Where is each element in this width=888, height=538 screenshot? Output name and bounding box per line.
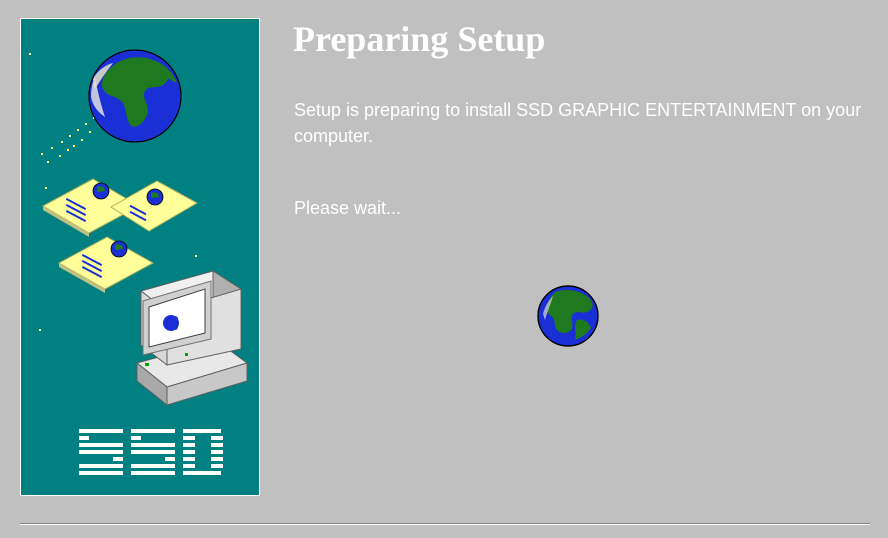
- spinning-globe-icon: [535, 284, 601, 348]
- document-icon: [110, 180, 199, 232]
- wait-message: Please wait...: [294, 198, 402, 218]
- side-panel-artwork: [29, 49, 249, 475]
- computer-icon: [135, 270, 249, 407]
- ssd-logo: [79, 429, 223, 475]
- globe-icon: [88, 49, 182, 143]
- side-panel: [20, 18, 260, 496]
- dialog-title: Preparing Setup: [293, 19, 546, 59]
- document-icon: [57, 236, 155, 293]
- bottom-separator: [20, 523, 870, 525]
- setup-description: Setup is preparing to install SSD GRAPHI…: [294, 100, 862, 146]
- setup-window: Preparing Setup Setup is preparing to in…: [0, 0, 888, 538]
